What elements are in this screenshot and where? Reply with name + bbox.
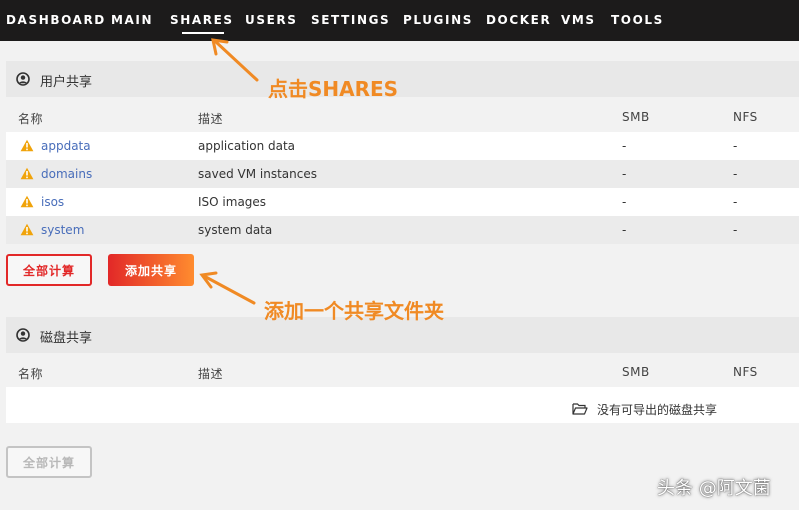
compute-all-button[interactable]: 全部计算 xyxy=(6,254,92,286)
annotation-click-shares: 点击SHARES xyxy=(268,77,399,101)
share-name-link[interactable]: appdata xyxy=(41,139,91,153)
nav-main[interactable]: MAIN xyxy=(111,13,153,27)
table-row: system system data - - xyxy=(6,216,799,244)
share-smb: - xyxy=(622,223,627,237)
user-shares-table-header: 名称 描述 SMB NFS xyxy=(6,101,799,131)
folder-open-icon xyxy=(572,403,588,415)
arrow-to-add-share xyxy=(199,271,256,305)
column-nfs: NFS xyxy=(733,110,758,124)
nav-vms[interactable]: VMS xyxy=(561,13,596,27)
share-smb: - xyxy=(622,139,627,153)
column-nfs: NFS xyxy=(733,365,758,379)
nav-dashboard[interactable]: DASHBOARD xyxy=(6,13,106,27)
nav-users[interactable]: USERS xyxy=(245,13,297,27)
share-name-link[interactable]: isos xyxy=(41,195,64,209)
user-shares-header: 用户共享 xyxy=(6,61,799,97)
user-circle-icon xyxy=(16,72,30,86)
column-description: 描述 xyxy=(198,367,224,381)
share-smb: - xyxy=(622,195,627,209)
share-nfs: - xyxy=(733,195,738,209)
share-description: saved VM instances xyxy=(198,167,317,181)
column-name: 名称 xyxy=(18,112,44,126)
column-smb: SMB xyxy=(622,110,650,124)
share-description: application data xyxy=(198,139,296,153)
warning-icon xyxy=(20,195,34,208)
warning-icon xyxy=(20,139,34,152)
share-nfs: - xyxy=(733,167,738,181)
share-name-link[interactable]: system xyxy=(41,223,84,237)
nav-settings[interactable]: SETTINGS xyxy=(311,13,390,27)
share-description: system data xyxy=(198,223,273,237)
share-description: ISO images xyxy=(198,195,267,209)
top-navigation: DASHBOARD MAIN SHARES USERS SETTINGS PLU… xyxy=(0,0,799,41)
warning-icon xyxy=(20,167,34,180)
empty-state-text: 没有可导出的磁盘共享 xyxy=(597,403,718,417)
nav-tools[interactable]: TOOLS xyxy=(611,13,664,27)
table-row: appdata application data - - xyxy=(6,132,799,160)
disk-shares-table-header: 名称 描述 SMB NFS xyxy=(6,356,799,386)
annotation-add-share-folder: 添加一个共享文件夹 xyxy=(264,299,444,323)
add-share-button[interactable]: 添加共享 xyxy=(108,254,194,286)
share-nfs: - xyxy=(733,139,738,153)
user-circle-icon xyxy=(16,328,30,342)
share-smb: - xyxy=(622,167,627,181)
nav-shares[interactable]: SHARES xyxy=(170,13,234,34)
compute-all-button-disabled[interactable]: 全部计算 xyxy=(6,446,92,478)
share-nfs: - xyxy=(733,223,738,237)
nav-plugins[interactable]: PLUGINS xyxy=(403,13,473,27)
disk-shares-empty-row: 没有可导出的磁盘共享 xyxy=(6,387,799,423)
table-row: isos ISO images - - xyxy=(6,188,799,216)
watermark: 头条 @阿文菌 xyxy=(657,478,771,499)
disk-shares-title: 磁盘共享 xyxy=(40,331,93,346)
table-row: domains saved VM instances - - xyxy=(6,160,799,188)
warning-icon xyxy=(20,223,34,236)
user-shares-title: 用户共享 xyxy=(40,75,93,90)
nav-docker[interactable]: DOCKER xyxy=(486,13,551,27)
column-description: 描述 xyxy=(198,112,224,126)
column-smb: SMB xyxy=(622,365,650,379)
column-name: 名称 xyxy=(18,367,44,381)
share-name-link[interactable]: domains xyxy=(41,167,92,181)
